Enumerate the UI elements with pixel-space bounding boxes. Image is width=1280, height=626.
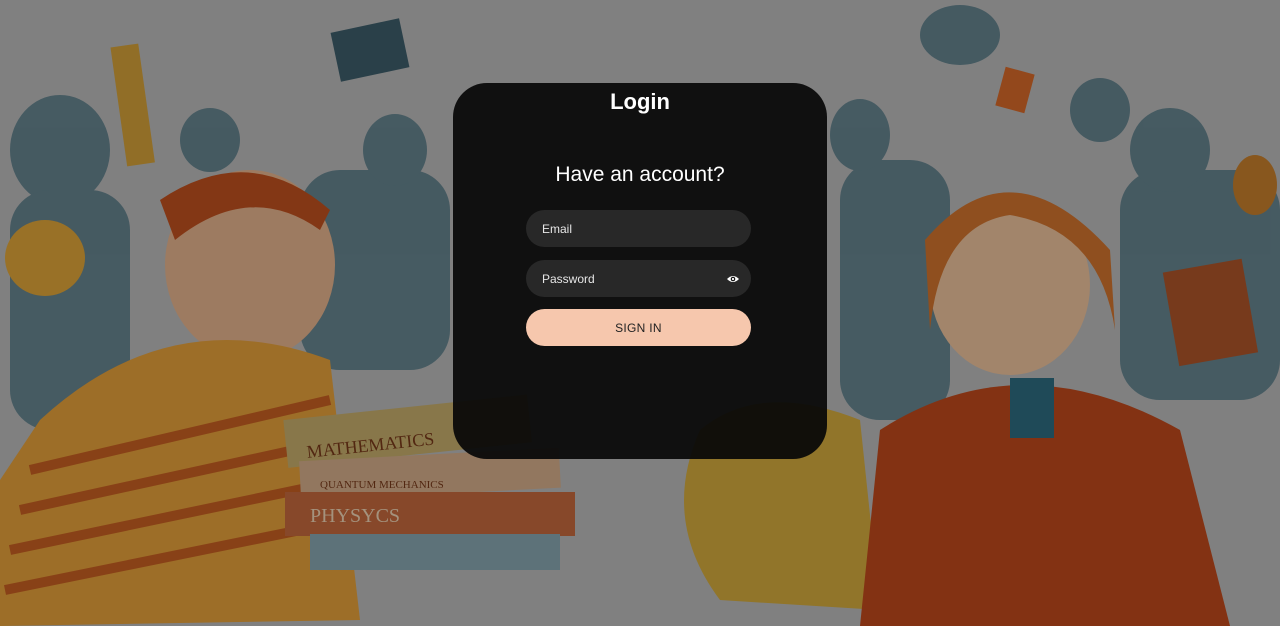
login-page: MATHEMATICS QUANTUM MECHANICS PHYSYCS Lo… bbox=[0, 0, 1280, 626]
password-input[interactable] bbox=[526, 260, 751, 297]
login-card: Login Have an account? SIGN IN bbox=[453, 83, 827, 459]
email-input[interactable] bbox=[526, 210, 751, 247]
email-field bbox=[526, 210, 751, 247]
login-title: Login bbox=[610, 89, 670, 114]
sign-in-button[interactable]: SIGN IN bbox=[526, 309, 751, 346]
have-account-heading: Have an account? bbox=[555, 163, 725, 186]
eye-icon[interactable] bbox=[726, 272, 740, 286]
password-field bbox=[526, 260, 751, 297]
